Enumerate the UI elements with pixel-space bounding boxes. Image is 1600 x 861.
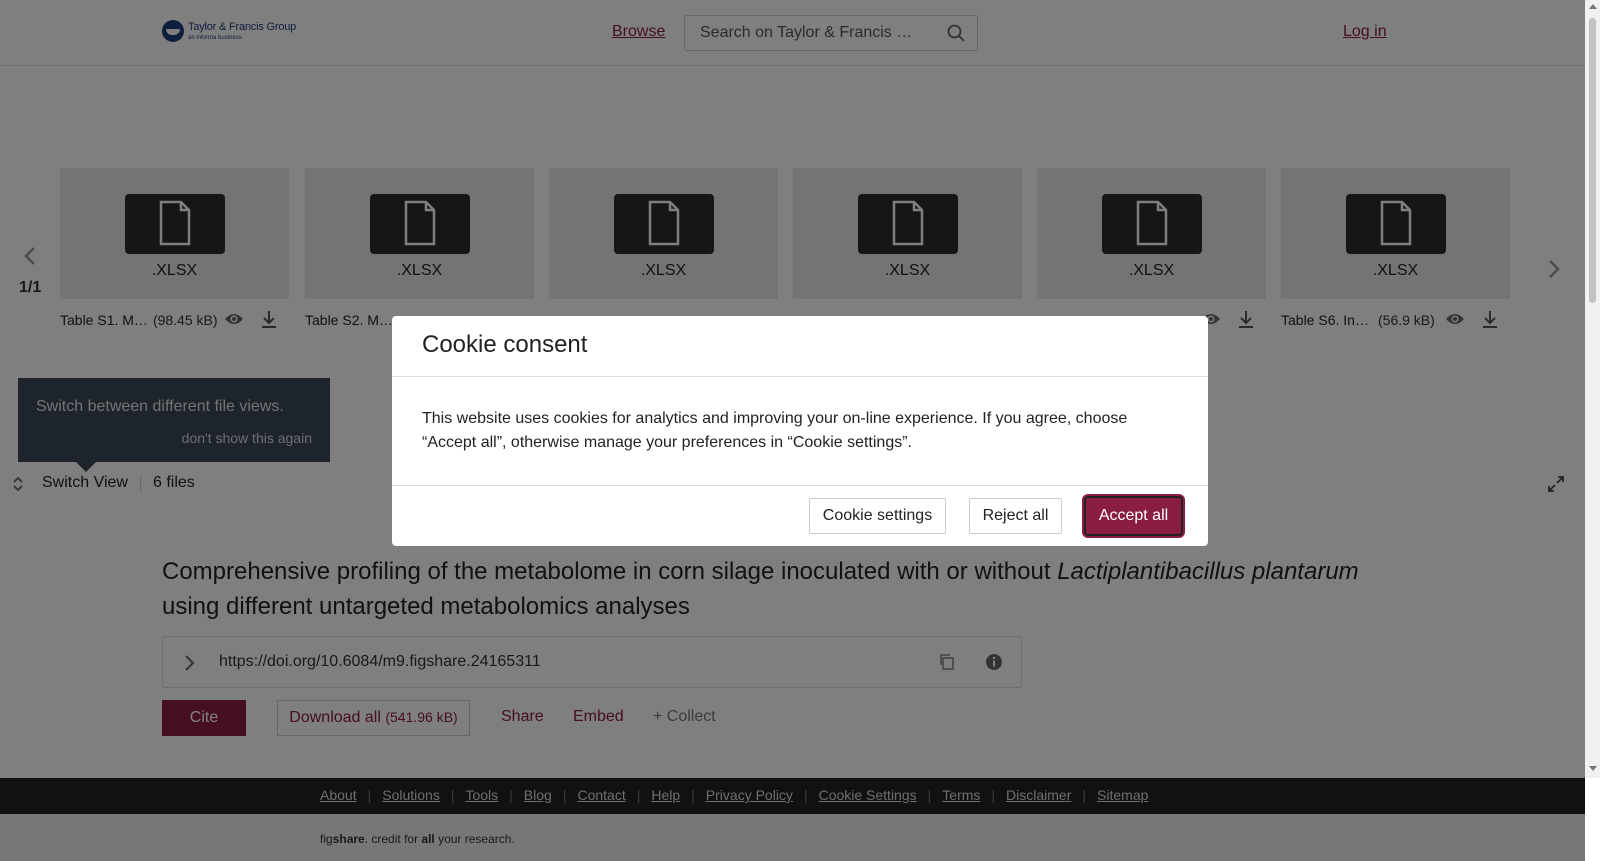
reject-all-button[interactable]: Reject all [969,498,1062,534]
cookie-settings-button[interactable]: Cookie settings [809,498,946,534]
page-scrollbar[interactable] [1585,0,1600,778]
cookie-consent-dialog: Cookie consent This website uses cookies… [392,316,1208,546]
scroll-thumb[interactable] [1589,18,1596,303]
scroll-up-icon[interactable] [1589,4,1597,9]
divider [392,376,1208,377]
scroll-down-icon[interactable] [1589,766,1597,771]
cookie-dialog-body: This website uses cookies for analytics … [422,410,1128,451]
cookie-dialog-title: Cookie consent [422,331,588,358]
accept-all-button[interactable]: Accept all [1084,496,1183,536]
divider [392,485,1208,486]
